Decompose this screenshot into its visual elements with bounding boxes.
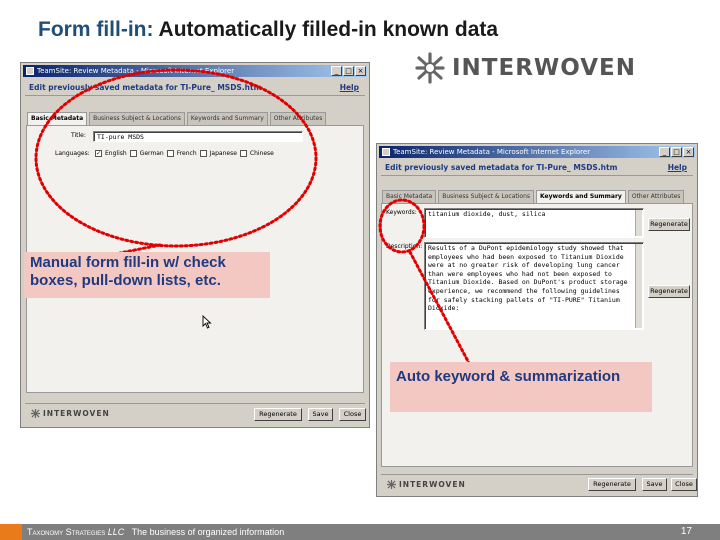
manual-fill-callout: Manual form fill-in w/ check boxes, pull… — [24, 252, 270, 298]
window-title: TeamSite: Review Metadata - Microsoft In… — [37, 67, 235, 75]
english-label: English — [105, 150, 127, 157]
slide-title: Form fill-in: Automatically filled-in kn… — [38, 18, 498, 42]
footer-logo: INTERWOVEN — [31, 409, 110, 418]
help-link[interactable]: Help — [668, 160, 687, 176]
interwoven-star-icon — [31, 409, 40, 418]
tab-keywords-summary[interactable]: Keywords and Summary — [186, 112, 268, 125]
slide-title-prefix: Form fill-in: — [38, 18, 154, 41]
ie-icon — [26, 67, 34, 75]
french-checkbox[interactable] — [166, 150, 174, 157]
help-link[interactable]: Help — [340, 80, 359, 96]
tab-business-subject[interactable]: Business Subject & Locations — [89, 112, 185, 125]
maximize-button[interactable]: □ — [671, 147, 682, 157]
regenerate-keywords-button[interactable]: Regenerate — [648, 218, 690, 231]
page-header: Edit previously saved metadata for TI-Pu… — [381, 160, 693, 176]
regenerate-button[interactable]: Regenerate — [588, 478, 636, 491]
slide-footer: Taxonomy Strategies LLC The business of … — [0, 524, 720, 540]
interwoven-logo: INTERWOVEN — [414, 52, 636, 84]
footer-brand: Taxonomy Strategies LLC — [27, 527, 124, 537]
tab-strip: Basic Metadata Business Subject & Locati… — [382, 190, 685, 203]
window-controls: _ □ × — [659, 147, 694, 157]
maximize-button[interactable]: □ — [343, 66, 354, 76]
description-label: Description: — [386, 243, 423, 250]
window-titlebar[interactable]: TeamSite: Review Metadata - Microsoft In… — [23, 65, 367, 77]
page-header-text: Edit previously saved metadata for TI-Pu… — [29, 83, 262, 92]
footer-brand-name: Taxonomy Strategies — [27, 527, 106, 537]
page-header: Edit previously saved metadata for TI-Pu… — [25, 80, 365, 96]
description-textarea[interactable]: Results of a DuPont epidemiology study s… — [424, 242, 644, 330]
description-scrollbar[interactable] — [635, 244, 642, 328]
chinese-label: Chinese — [249, 150, 274, 157]
languages-label: Languages: — [55, 150, 90, 157]
page-header-text: Edit previously saved metadata for TI-Pu… — [385, 163, 618, 172]
english-checkbox[interactable]: ✓ — [95, 150, 102, 157]
close-button[interactable]: Close — [339, 408, 366, 421]
mouse-pointer-icon — [202, 315, 212, 329]
tab-other-attributes[interactable]: Other Attributes — [627, 190, 685, 203]
interwoven-star-icon — [387, 480, 396, 489]
window-footer: INTERWOVEN Regenerate Save Close — [381, 474, 697, 494]
keywords-summary-panel: Keywords: titanium dioxide, dust, silica… — [381, 203, 693, 467]
auto-keyword-callout: Auto keyword & summarization — [390, 362, 652, 412]
page-number: 17 — [680, 526, 692, 537]
metadata-window-basic: TeamSite: Review Metadata - Microsoft In… — [20, 62, 370, 428]
save-button[interactable]: Save — [308, 408, 333, 421]
german-checkbox[interactable] — [129, 150, 137, 157]
ie-icon — [382, 148, 390, 156]
tab-basic-metadata[interactable]: Basic Metadata — [27, 112, 88, 125]
window-title: TeamSite: Review Metadata - Microsoft In… — [393, 148, 591, 156]
tab-basic-metadata[interactable]: Basic Metadata — [382, 190, 437, 203]
keywords-label: Keywords: — [386, 209, 417, 216]
tab-strip: Basic Metadata Business Subject & Locati… — [27, 112, 327, 125]
title-label: Title: — [71, 132, 86, 139]
save-button[interactable]: Save — [642, 478, 667, 491]
footer-text: Taxonomy Strategies LLC The business of … — [27, 526, 284, 538]
chinese-checkbox[interactable] — [239, 150, 247, 157]
french-label: French — [176, 150, 197, 157]
footer-brand-suffix: LLC — [107, 527, 125, 537]
footer-logo: INTERWOVEN — [387, 480, 466, 489]
regenerate-button[interactable]: Regenerate — [254, 408, 302, 421]
close-button[interactable]: Close — [671, 478, 697, 491]
description-value: Results of a DuPont epidemiology study s… — [428, 244, 628, 313]
japanese-label: Japanese — [209, 150, 237, 157]
languages-checkboxes: ✓ English German French Japanese Chinese — [95, 150, 274, 157]
tab-keywords-summary[interactable]: Keywords and Summary — [536, 190, 626, 203]
keywords-value: titanium dioxide, dust, silica — [428, 210, 546, 218]
title-input[interactable]: TI-pure MSDS — [93, 131, 303, 142]
slide-title-main: Automatically filled-in known data — [158, 18, 499, 41]
german-label: German — [139, 150, 164, 157]
japanese-checkbox[interactable] — [199, 150, 207, 157]
metadata-window-keywords: TeamSite: Review Metadata - Microsoft In… — [376, 143, 698, 497]
footer-accent-square — [0, 524, 22, 540]
interwoven-star-icon — [415, 52, 445, 84]
window-footer: INTERWOVEN Regenerate Save Close — [25, 403, 366, 423]
tab-business-subject[interactable]: Business Subject & Locations — [438, 190, 535, 203]
close-window-button[interactable]: × — [683, 147, 694, 157]
minimize-button[interactable]: _ — [331, 66, 342, 76]
window-titlebar[interactable]: TeamSite: Review Metadata - Microsoft In… — [379, 146, 695, 158]
interwoven-logo-text: INTERWOVEN — [452, 55, 636, 81]
close-window-button[interactable]: × — [355, 66, 366, 76]
window-controls: _ □ × — [331, 66, 366, 76]
footer-logo-text: INTERWOVEN — [399, 480, 466, 489]
footer-tagline: The business of organized information — [131, 527, 285, 537]
keywords-scrollbar[interactable] — [635, 210, 642, 236]
regenerate-description-button[interactable]: Regenerate — [648, 285, 690, 298]
tab-other-attributes[interactable]: Other Attributes — [269, 112, 327, 125]
minimize-button[interactable]: _ — [659, 147, 670, 157]
footer-logo-text: INTERWOVEN — [43, 409, 110, 418]
keywords-textarea[interactable]: titanium dioxide, dust, silica — [424, 208, 644, 238]
